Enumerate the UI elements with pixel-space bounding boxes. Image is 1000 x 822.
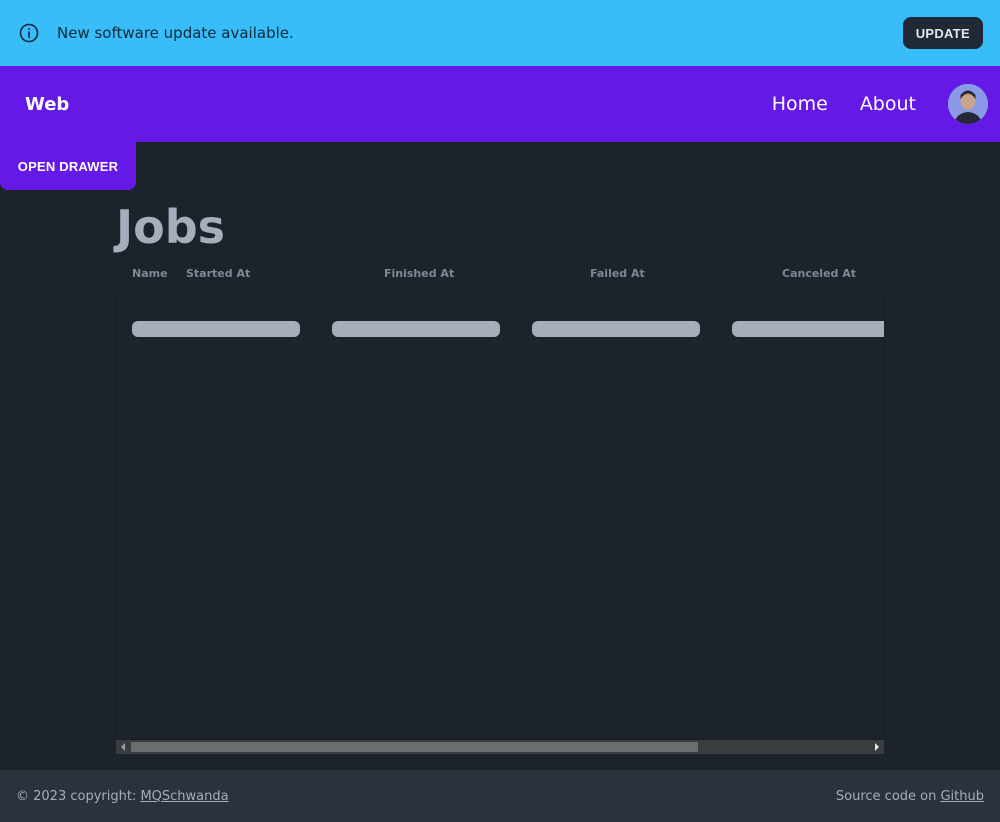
scroll-thumb[interactable] <box>131 742 698 752</box>
column-header-started-at[interactable]: Started At <box>186 267 250 280</box>
nav-home-link[interactable]: Home <box>772 93 828 115</box>
column-header-name[interactable]: Name <box>132 267 168 280</box>
nav-about-link[interactable]: About <box>860 93 916 115</box>
table-header: Name Started At Finished At Failed At Ca… <box>116 260 884 294</box>
copyright-text: © 2023 copyright: MQSchwanda <box>16 789 229 804</box>
table-row-loading <box>117 295 884 369</box>
info-icon <box>19 23 39 43</box>
table-body <box>116 294 884 740</box>
scroll-right-icon[interactable] <box>870 740 884 754</box>
source-code-text: Source code on Github <box>836 789 984 804</box>
brand-link[interactable]: Web <box>25 94 69 115</box>
update-button[interactable]: UPDATE <box>902 17 983 49</box>
column-header-canceled-at[interactable]: Canceled At <box>782 267 856 280</box>
author-link[interactable]: MQSchwanda <box>140 789 228 804</box>
column-header-finished-at[interactable]: Finished At <box>384 267 454 280</box>
loading-skeleton <box>132 321 300 337</box>
loading-skeleton <box>532 321 700 337</box>
github-link[interactable]: Github <box>940 789 984 804</box>
column-header-failed-at[interactable]: Failed At <box>590 267 645 280</box>
open-drawer-button[interactable]: OPEN DRAWER <box>0 142 136 190</box>
loading-skeleton <box>332 321 500 337</box>
nav-links: Home About <box>740 84 988 124</box>
top-navbar: Web Home About <box>0 66 1000 142</box>
scroll-track[interactable] <box>130 740 870 754</box>
jobs-table: Name Started At Finished At Failed At Ca… <box>116 260 884 754</box>
horizontal-scrollbar[interactable] <box>116 740 884 754</box>
alert-message: New software update available. <box>57 24 294 42</box>
user-avatar[interactable] <box>948 84 988 124</box>
source-prefix: Source code on <box>835 788 941 804</box>
page-title: Jobs <box>116 200 226 254</box>
copyright-prefix: © 2023 copyright: <box>16 788 141 804</box>
scroll-left-icon[interactable] <box>116 740 130 754</box>
loading-skeleton <box>732 321 884 337</box>
update-alert: New software update available. UPDATE <box>0 0 1000 66</box>
footer: © 2023 copyright: MQSchwanda Source code… <box>0 770 1000 822</box>
